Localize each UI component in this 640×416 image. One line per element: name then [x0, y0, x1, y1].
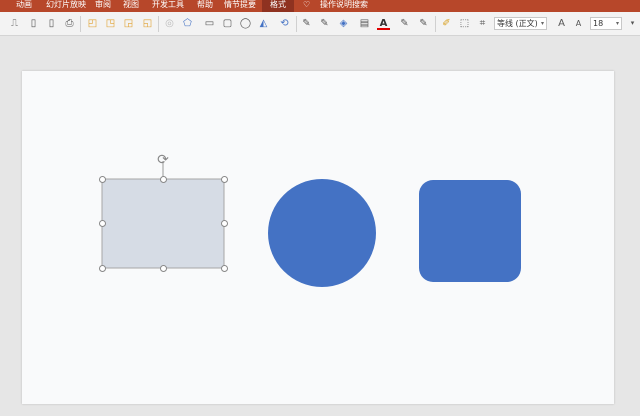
font-color-icon[interactable]: A: [377, 17, 390, 30]
distribute-icon[interactable]: ▯: [27, 17, 40, 30]
tab-animations[interactable]: 动画: [16, 0, 32, 12]
resize-handle-nw[interactable]: [99, 176, 106, 183]
increase-font-icon[interactable]: A: [555, 17, 568, 30]
resize-handle-ne[interactable]: [221, 176, 228, 183]
ribbon-tabs: 动画 幻灯片放映 审阅 视图 开发工具 帮助 情节提要 格式 ♡ 操作说明搜索: [0, 0, 640, 12]
lightbulb-icon: ♡: [303, 0, 311, 9]
resize-handle-w[interactable]: [99, 220, 106, 227]
rounded-rectangle-icon[interactable]: ▢: [221, 17, 234, 30]
rounded-square-shape[interactable]: [419, 180, 521, 282]
slide-shapes: ⟳: [101, 152, 521, 287]
tab-storyboard[interactable]: 情节提要: [224, 0, 256, 12]
resize-handle-n[interactable]: [160, 176, 167, 183]
circle-shape[interactable]: [268, 179, 376, 287]
fill-bucket-icon[interactable]: ◈: [337, 17, 350, 30]
tab-review[interactable]: 审阅: [95, 0, 111, 12]
align-icon[interactable]: ⎍: [8, 17, 21, 30]
distribute-horizontal-icon[interactable]: ▯: [45, 17, 58, 30]
group-icon[interactable]: ◱: [141, 17, 154, 30]
oval-icon[interactable]: ◯: [239, 17, 252, 30]
print-icon[interactable]: ⎙: [63, 17, 76, 30]
resize-handle-e[interactable]: [221, 220, 228, 227]
picture-icon[interactable]: ▤: [358, 17, 371, 30]
resize-handle-sw[interactable]: [99, 265, 106, 272]
bring-front-icon[interactable]: ◲: [122, 17, 135, 30]
text-eyedropper-icon[interactable]: ✎: [398, 17, 411, 30]
change-shape-icon[interactable]: ⟲: [278, 17, 291, 30]
format-painter-icon[interactable]: ✐: [440, 17, 453, 30]
expand-icon[interactable]: ▾: [626, 17, 639, 30]
tab-help[interactable]: 帮助: [197, 0, 213, 12]
tab-slideshow[interactable]: 幻灯片放映: [46, 0, 86, 12]
tab-format[interactable]: 格式: [262, 0, 294, 12]
rotate-handle-icon[interactable]: ⟳: [157, 152, 169, 168]
edit-shape-icon[interactable]: ⬠: [181, 17, 194, 30]
resize-handle-s[interactable]: [160, 265, 167, 272]
selection-pane-icon[interactable]: ⬚: [458, 17, 471, 30]
toolbar: ⎍ ▯ ▯ ⎙ ◰ ◳ ◲ ◱ ◎ ⬠ ▭ ▢ ◯ ◭ ⟲ ✎ ✎ ◈ ▤ A …: [0, 12, 640, 36]
crop-icon[interactable]: ⌗: [476, 17, 489, 30]
slide-canvas[interactable]: ⟳: [22, 71, 614, 404]
bring-forward-icon[interactable]: ◰: [86, 17, 99, 30]
font-name-select[interactable]: 等线 (正文) ▾: [494, 17, 547, 30]
font-size-select[interactable]: 18 ▾: [590, 17, 622, 30]
search-tell-me[interactable]: 操作说明搜索: [320, 0, 368, 12]
selected-rectangle[interactable]: [101, 178, 225, 269]
resize-handle-se[interactable]: [221, 265, 228, 272]
decrease-font-icon[interactable]: A: [572, 17, 585, 30]
send-backward-icon[interactable]: ◳: [104, 17, 117, 30]
eyedropper-icon[interactable]: ✎: [300, 17, 313, 30]
merge-shapes-icon[interactable]: ◎: [163, 17, 176, 30]
tab-developer[interactable]: 开发工具: [152, 0, 184, 12]
eyedropper-2-icon[interactable]: ✎: [417, 17, 430, 30]
tab-view[interactable]: 视图: [123, 0, 139, 12]
eyedropper-outline-icon[interactable]: ✎: [318, 17, 331, 30]
rectangle-shape-icon[interactable]: ▭: [203, 17, 216, 30]
shape-icon[interactable]: ◭: [257, 17, 270, 30]
